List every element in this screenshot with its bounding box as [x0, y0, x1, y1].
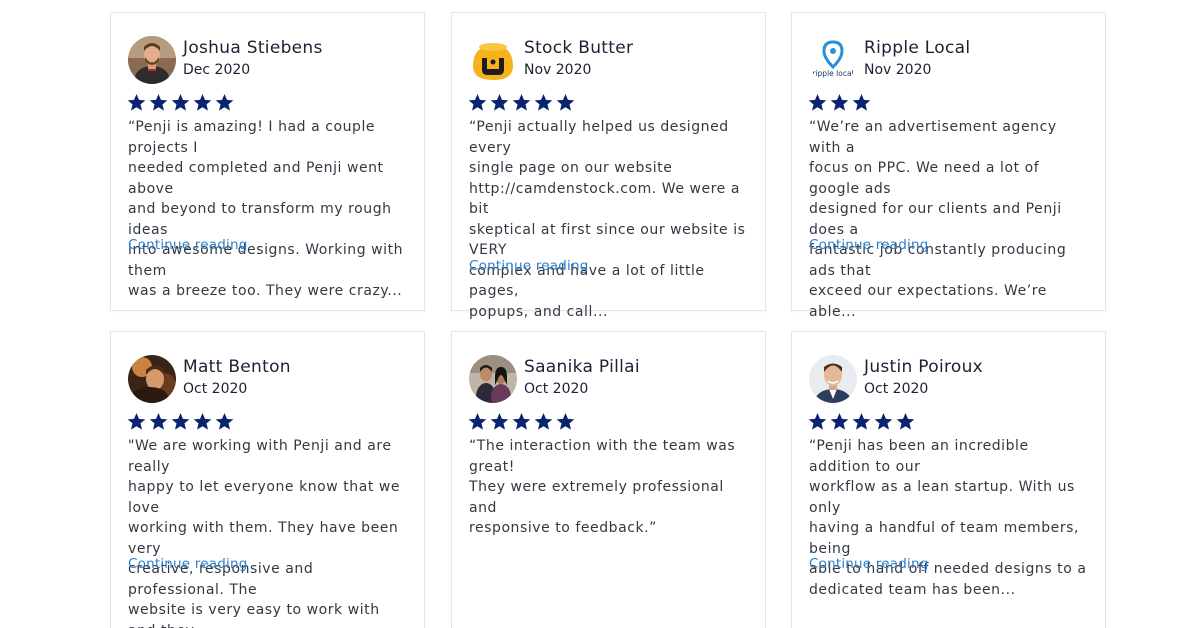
reviewer-name: Ripple Local [864, 38, 971, 58]
stock-butter-logo-icon [469, 36, 517, 84]
review-card: Stock Butter Nov 2020 “Penji actually he… [451, 12, 766, 320]
continue-reading-link[interactable]: Continue reading [128, 237, 247, 253]
continue-reading-link[interactable]: Continue reading [469, 258, 588, 274]
star-icon [127, 412, 146, 430]
star-icon [896, 412, 915, 430]
reviewer-name: Saanika Pillai [524, 357, 640, 377]
person-photo-avatar-icon [128, 36, 176, 84]
star-icon [512, 412, 531, 430]
star-icon [852, 412, 871, 430]
review-text: "We are working with Penji and are reall… [128, 438, 401, 628]
star-icon [171, 412, 190, 430]
star-icon [808, 93, 827, 111]
star-icon [512, 93, 531, 111]
review-date: Oct 2020 [524, 381, 589, 397]
avatar [469, 36, 517, 84]
star-icon [193, 412, 212, 430]
review-card: Saanika Pillai Oct 2020 “The interaction… [451, 331, 766, 628]
review-card: Matt Benton Oct 2020 "We are working wit… [110, 331, 425, 628]
star-icon [127, 93, 146, 111]
star-icon [830, 93, 849, 111]
star-icon [490, 412, 509, 430]
star-rating [808, 93, 871, 112]
review-text: “Penji has been an incredible addition t… [809, 438, 1087, 598]
star-rating [808, 412, 915, 431]
review-text: “We’re an advertisement agency with a fo… [809, 119, 1067, 320]
continue-reading-link[interactable]: Continue reading [809, 237, 928, 253]
avatar [809, 355, 857, 403]
star-icon [193, 93, 212, 111]
star-icon [149, 412, 168, 430]
star-rating [127, 93, 234, 112]
star-icon [468, 412, 487, 430]
reviewer-name: Justin Poiroux [864, 357, 984, 377]
review-text: “The interaction with the team was great… [469, 438, 736, 536]
person-photo-avatar-icon [809, 355, 857, 403]
star-icon [149, 93, 168, 111]
testimonials-page: Joshua Stiebens Dec 2020 “Penji is amazi… [0, 0, 1200, 628]
star-icon [830, 412, 849, 430]
person-photo-avatar-icon [469, 355, 517, 403]
reviewer-name: Stock Butter [524, 38, 634, 58]
star-rating [468, 412, 575, 431]
review-date: Nov 2020 [524, 62, 592, 78]
review-date: Oct 2020 [864, 381, 929, 397]
continue-reading-link[interactable]: Continue reading [809, 556, 928, 572]
star-icon [874, 412, 893, 430]
ripple-local-logo-text: ripple local [812, 69, 853, 78]
star-icon [171, 93, 190, 111]
avatar: ripple local [809, 36, 857, 84]
star-icon [534, 412, 553, 430]
star-icon [852, 93, 871, 111]
avatar [469, 355, 517, 403]
reviewer-name: Joshua Stiebens [183, 38, 323, 58]
review-card: Justin Poiroux Oct 2020 “Penji has been … [791, 331, 1106, 628]
star-icon [215, 93, 234, 111]
star-icon [490, 93, 509, 111]
ripple-local-logo-icon: ripple local [809, 36, 857, 84]
review-date: Oct 2020 [183, 381, 248, 397]
review-date: Dec 2020 [183, 62, 251, 78]
star-icon [468, 93, 487, 111]
review-card: Joshua Stiebens Dec 2020 “Penji is amazi… [110, 12, 425, 311]
star-icon [534, 93, 553, 111]
review-text: “Penji is amazing! I had a couple projec… [128, 119, 404, 299]
review-card: ripple local Ripple Local Nov 2020 “We’r… [791, 12, 1106, 320]
continue-reading-link[interactable]: Continue reading [128, 556, 247, 572]
star-icon [556, 412, 575, 430]
reviewer-name: Matt Benton [183, 357, 291, 377]
star-icon [215, 412, 234, 430]
star-rating [468, 93, 575, 112]
avatar [128, 36, 176, 84]
star-icon [808, 412, 827, 430]
avatar [128, 355, 176, 403]
star-icon [556, 93, 575, 111]
star-rating [127, 412, 234, 431]
person-photo-avatar-icon [128, 355, 176, 403]
review-date: Nov 2020 [864, 62, 932, 78]
review-text: “Penji actually helped us designed every… [469, 119, 746, 320]
